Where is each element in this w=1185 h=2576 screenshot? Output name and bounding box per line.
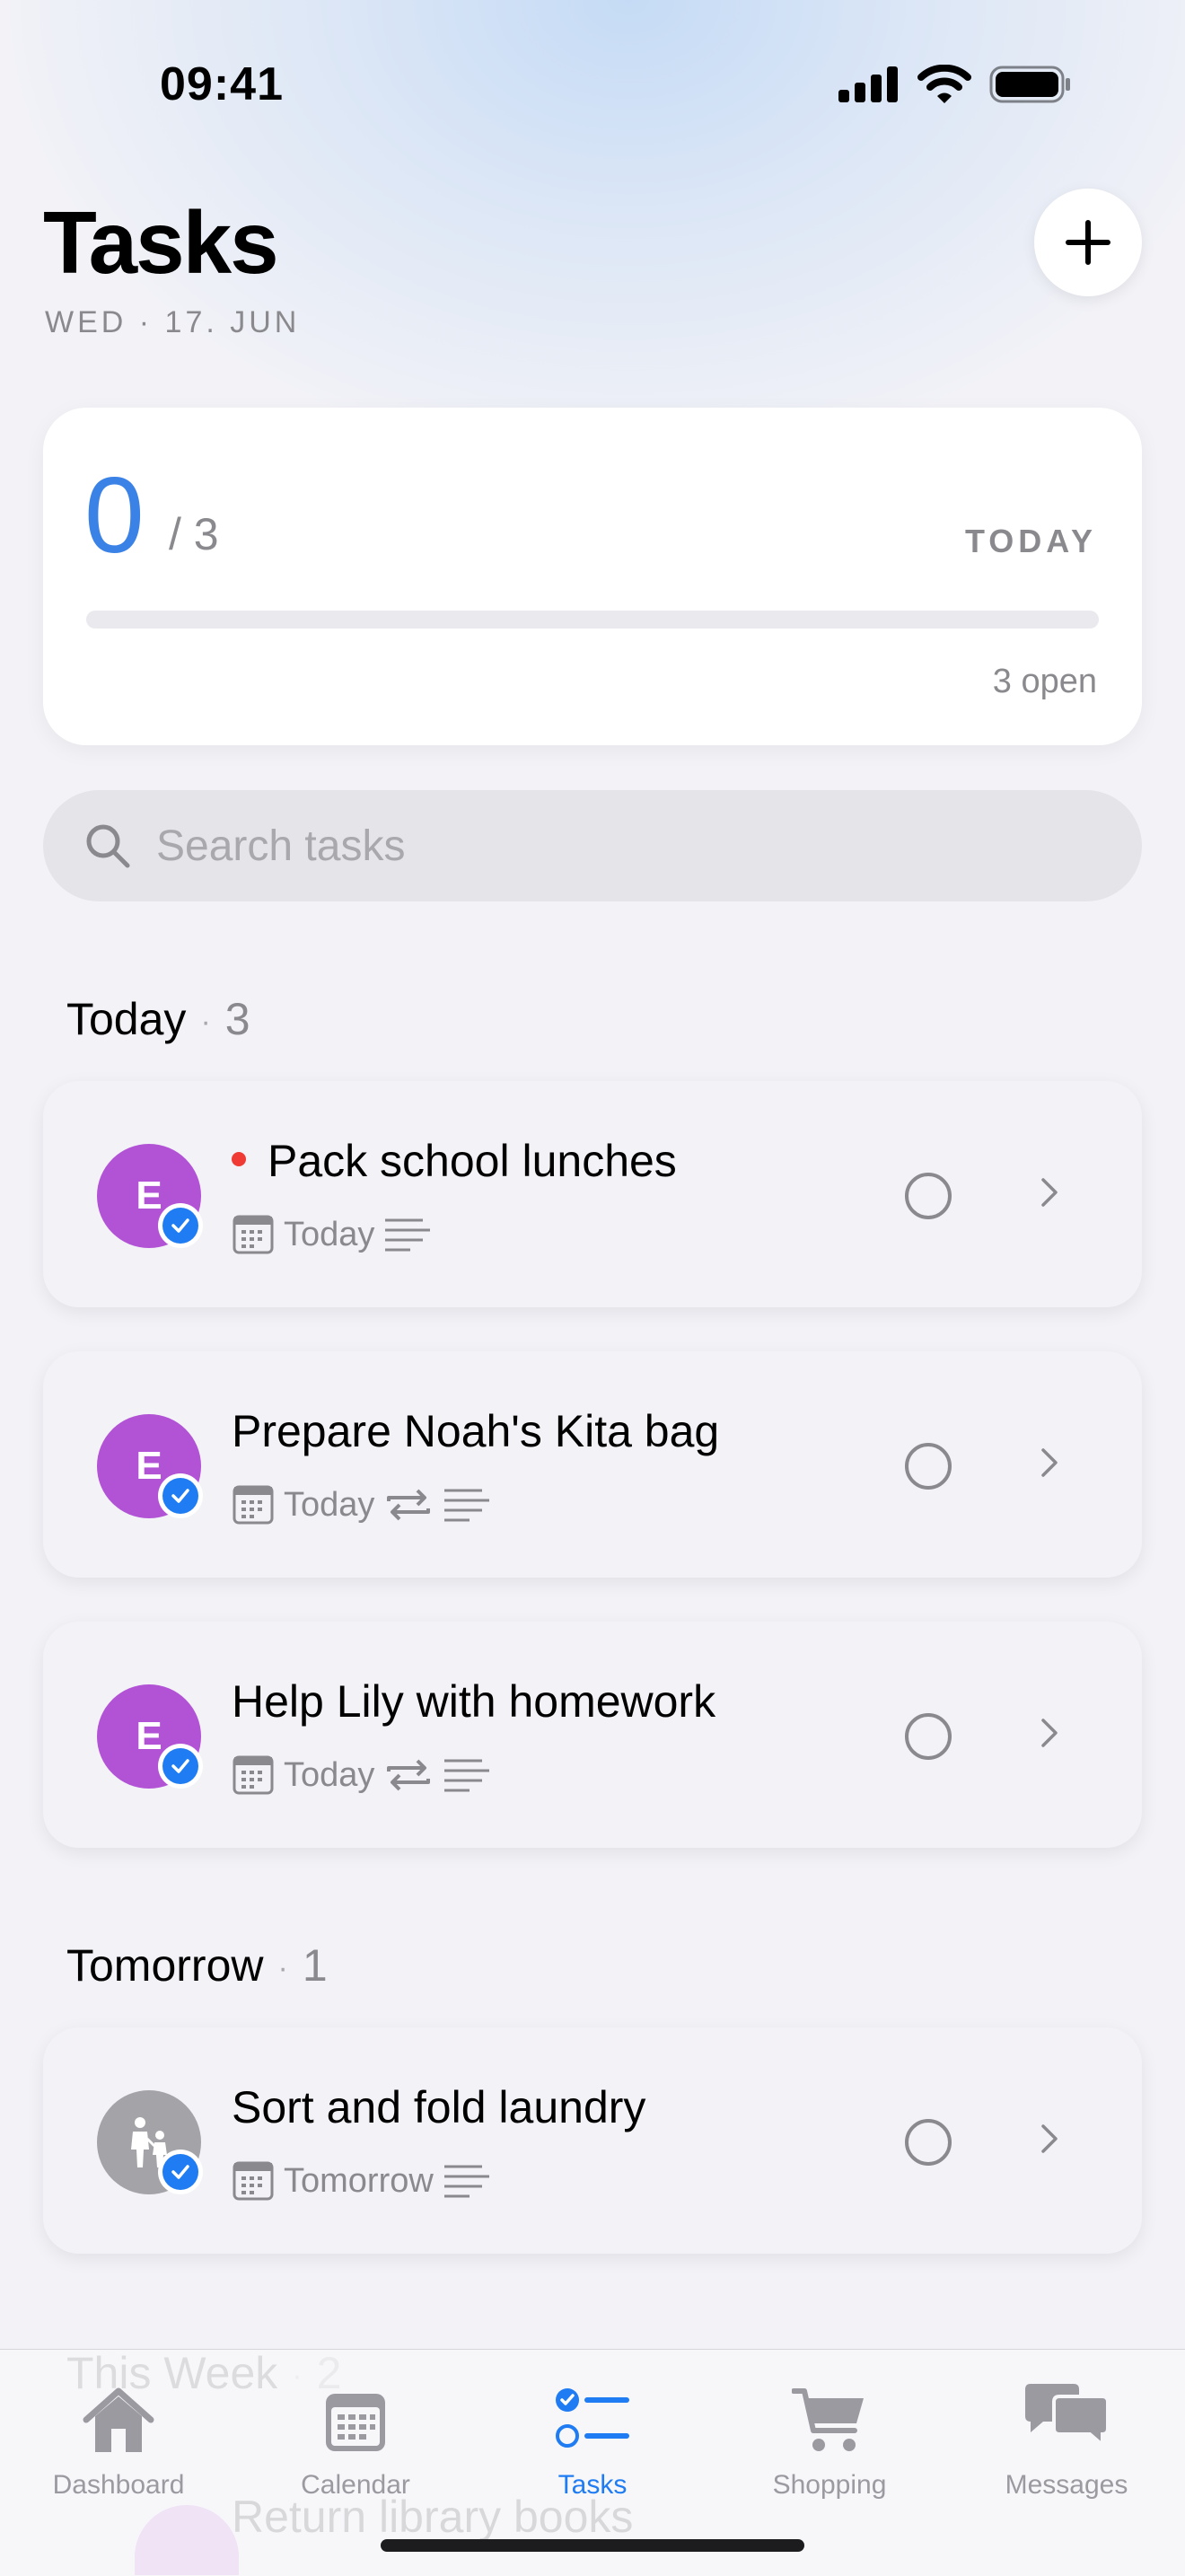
wifi-icon <box>917 65 971 103</box>
chevron-right-icon <box>1041 1178 1058 1207</box>
due-label: Tomorrow <box>284 2161 434 2200</box>
notes-icon <box>444 1759 490 1792</box>
task-title-row: Pack school lunches <box>232 1135 677 1187</box>
task-meta: Tomorrow <box>232 2160 491 2202</box>
section-label: This Week <box>66 2348 278 2398</box>
summary-label: TODAY <box>964 523 1097 559</box>
done-count: 0 <box>84 455 145 576</box>
tab-label: Shopping <box>772 2470 887 2500</box>
page-title: Tasks <box>43 193 279 292</box>
repeat-icon <box>387 1489 431 1521</box>
ghost-task-title: Return library books <box>232 2492 634 2542</box>
due-label: Today <box>284 1215 375 1253</box>
task-meta: Today <box>232 1754 491 1796</box>
assigned-check-badge <box>158 1203 203 1248</box>
checkmark-icon <box>171 1759 189 1773</box>
status-time: 09:41 <box>160 58 284 110</box>
complete-toggle[interactable] <box>905 1443 952 1490</box>
chevron-right-icon <box>1041 1448 1058 1477</box>
notes-icon <box>385 1218 431 1252</box>
section-label: Today <box>66 994 187 1044</box>
complete-toggle[interactable] <box>905 2119 952 2166</box>
plus-icon <box>1066 220 1110 265</box>
checkmark-icon <box>171 1489 189 1503</box>
section-header-this-week: This Week · 2 <box>66 2348 342 2398</box>
search-bar[interactable] <box>43 790 1142 901</box>
task-title: Help Lily with homework <box>232 1676 716 1727</box>
tab-label: Dashboard <box>52 2470 185 2500</box>
repeat-icon <box>387 1759 431 1791</box>
task-card[interactable]: E Pack school lunches Today <box>43 1081 1142 1307</box>
section-header-today: Today · 3 <box>66 994 250 1044</box>
chat-bubbles-icon <box>1025 2384 1110 2449</box>
task-meta: Today <box>232 1214 432 1255</box>
calendar-icon <box>233 1755 274 1795</box>
checkmark-icon <box>171 2165 189 2179</box>
cellular-signal-icon <box>838 66 898 102</box>
checklist-icon <box>556 2388 629 2448</box>
notes-icon <box>443 2165 489 2198</box>
today-summary-card: 0 / 3 TODAY 3 open <box>43 408 1142 745</box>
assigned-check-badge <box>158 1473 203 1518</box>
current-date: WED · 17. JUN <box>45 305 301 339</box>
search-icon <box>83 821 133 871</box>
section-count: 2 <box>316 2348 342 2398</box>
open-count: 3 open <box>992 663 1097 700</box>
chevron-right-icon <box>1041 2124 1058 2153</box>
search-input[interactable] <box>154 820 1056 872</box>
task-meta: Today <box>232 1484 491 1525</box>
task-card[interactable]: Sort and fold laundry Tomorrow <box>43 2027 1142 2254</box>
assigned-check-badge <box>158 2150 203 2194</box>
due-label: Today <box>284 1485 375 1524</box>
total-count: / 3 <box>169 509 219 559</box>
cart-icon <box>792 2388 864 2451</box>
section-header-tomorrow: Tomorrow · 1 <box>66 1940 328 1991</box>
calendar-icon <box>326 2394 385 2451</box>
progress-bar <box>86 611 1099 629</box>
task-title: Pack school lunches <box>268 1136 677 1186</box>
notes-icon <box>444 1489 490 1522</box>
task-card[interactable]: E Help Lily with homework Today <box>43 1622 1142 1848</box>
battery-icon <box>989 66 1070 103</box>
tab-label: Messages <box>1005 2470 1128 2500</box>
assigned-check-badge <box>158 1744 203 1789</box>
calendar-icon <box>233 1215 274 1254</box>
complete-toggle[interactable] <box>905 1173 952 1219</box>
tab-tasks[interactable]: Tasks <box>474 2368 711 2501</box>
chevron-right-icon <box>1041 1719 1058 1747</box>
section-count: 1 <box>302 1940 328 1991</box>
status-icons <box>838 65 1072 104</box>
add-task-button[interactable] <box>1034 189 1142 296</box>
calendar-icon <box>233 1485 274 1525</box>
complete-toggle[interactable] <box>905 1713 952 1760</box>
due-label: Today <box>284 1755 375 1794</box>
task-title: Sort and fold laundry <box>232 2082 646 2132</box>
home-indicator[interactable] <box>381 2539 804 2552</box>
calendar-icon <box>233 2161 274 2201</box>
tab-messages[interactable]: Messages <box>948 2368 1185 2501</box>
task-title: Prepare Noah's Kita bag <box>232 1406 720 1456</box>
task-card[interactable]: E Prepare Noah's Kita bag Today <box>43 1351 1142 1578</box>
priority-dot <box>232 1151 246 1166</box>
tab-shopping[interactable]: Shopping <box>711 2368 948 2501</box>
checkmark-icon <box>171 1218 189 1233</box>
section-label: Tomorrow <box>66 1940 264 1991</box>
section-count: 3 <box>224 994 250 1044</box>
